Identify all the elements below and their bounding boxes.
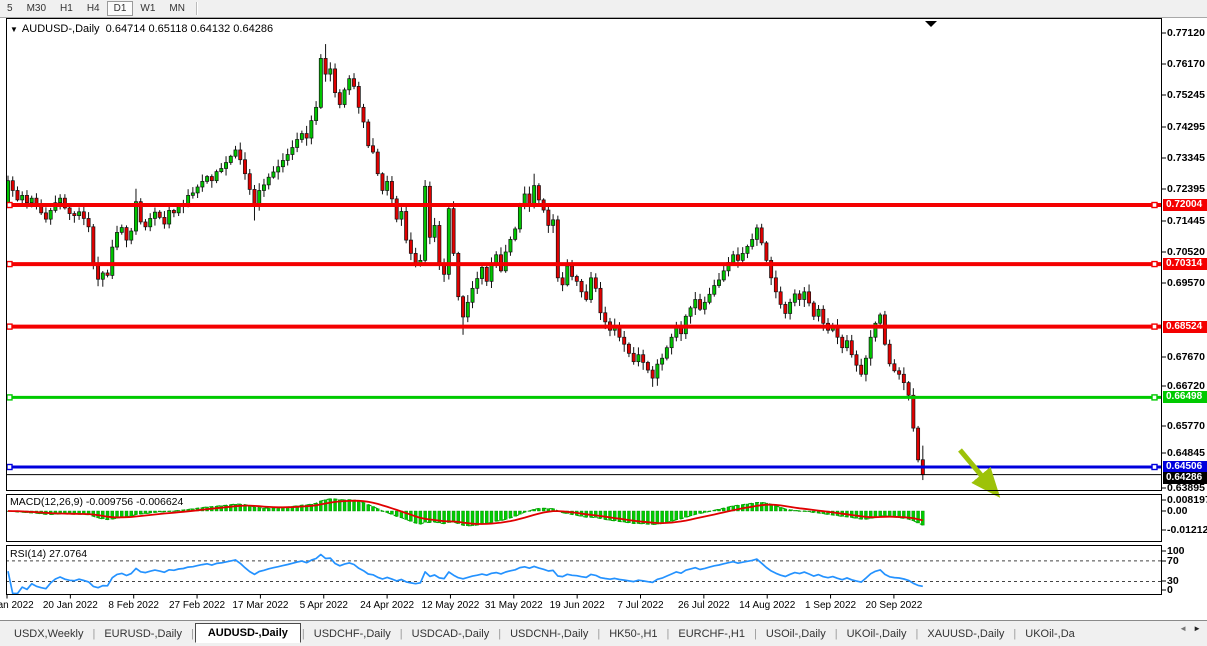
macd-indicator-label: MACD(12,26,9) -0.009756 -0.006624	[10, 496, 183, 508]
timeframe-button-mn[interactable]: MN	[162, 1, 192, 16]
tab-separator: |	[302, 628, 305, 640]
timeframe-toolbar: 5M30H1H4D1W1MN	[0, 0, 1207, 18]
chart-ohlc-values: 0.64714 0.65118 0.64132 0.64286	[106, 23, 273, 35]
axis-tick-label: 0.00	[1167, 505, 1187, 517]
axis-tick-label: 70	[1167, 555, 1179, 567]
tab-separator: |	[597, 628, 600, 640]
tab-scroll-arrows: ◄ ►	[1175, 622, 1205, 635]
tab-separator: |	[400, 628, 403, 640]
tab-separator: |	[92, 628, 95, 640]
tab-separator: |	[1013, 628, 1016, 640]
rsi-indicator-label: RSI(14) 27.0764	[10, 548, 87, 560]
tab-separator: |	[498, 628, 501, 640]
timeframe-button-d1[interactable]: D1	[107, 1, 134, 16]
chart-tab-hk50-h1[interactable]: HK50-,H1	[601, 625, 665, 643]
timeframe-button-h4[interactable]: H4	[80, 1, 107, 16]
date-label: 14 Aug 2022	[732, 600, 802, 611]
axis-tick-label: 0.71445	[1167, 215, 1205, 227]
date-label: 24 Apr 2022	[352, 600, 422, 611]
chart-tab-usdx-weekly[interactable]: USDX,Weekly	[6, 625, 91, 643]
price-level-badge: 0.64286	[1163, 472, 1207, 484]
date-label: 17 Mar 2022	[225, 600, 295, 611]
tab-separator: |	[191, 628, 194, 640]
axis-tick-label: 0.75245	[1167, 89, 1205, 101]
chart-tab-ukoil-da[interactable]: UKOil-,Da	[1017, 625, 1083, 643]
axis-tick-label: 0.65770	[1167, 420, 1205, 432]
chart-canvas[interactable]	[0, 0, 1207, 645]
price-level-badge: 0.70314	[1163, 258, 1207, 270]
axis-tick-label: 0.67670	[1167, 351, 1205, 363]
price-level-badge: 0.68524	[1163, 321, 1207, 333]
date-label: 8 Feb 2022	[99, 600, 169, 611]
timeframe-button-5[interactable]: 5	[0, 1, 20, 16]
chart-tab-usdcad-daily[interactable]: USDCAD-,Daily	[404, 625, 498, 643]
axis-tick-label: 0.77120	[1167, 27, 1205, 39]
chart-symbol-label: AUDUSD-,Daily	[22, 23, 100, 35]
price-level-badge: 0.72004	[1163, 199, 1207, 211]
chart-tab-xauusd-daily[interactable]: XAUUSD-,Daily	[919, 625, 1012, 643]
timeframe-button-m30[interactable]: M30	[20, 1, 53, 16]
tab-scroll-right-icon[interactable]: ►	[1193, 624, 1201, 633]
date-label: 1 Sep 2022	[796, 600, 866, 611]
date-label: 12 May 2022	[415, 600, 485, 611]
axis-tick-label: 0.64845	[1167, 447, 1205, 459]
axis-tick-label: 0.76170	[1167, 58, 1205, 70]
axis-tick-label: 0.70520	[1167, 246, 1205, 258]
timeframe-button-w1[interactable]: W1	[133, 1, 162, 16]
axis-tick-label: 0.73345	[1167, 152, 1205, 164]
axis-tick-label: 0.72395	[1167, 183, 1205, 195]
chart-tab-bar: USDX,Weekly|EURUSD-,Daily|AUDUSD-,Daily|…	[0, 620, 1207, 646]
date-label: 20 Sep 2022	[859, 600, 929, 611]
chart-tab-eurchf-h1[interactable]: EURCHF-,H1	[670, 625, 753, 643]
tab-separator: |	[916, 628, 919, 640]
date-label: 7 Jul 2022	[606, 600, 676, 611]
axis-tick-label: -0.012123	[1167, 524, 1207, 536]
chart-tab-eurusd-daily[interactable]: EURUSD-,Daily	[96, 625, 190, 643]
axis-tick-label: 0.69570	[1167, 277, 1205, 289]
chart-tab-usdcnh-daily[interactable]: USDCNH-,Daily	[502, 625, 596, 643]
tab-separator: |	[667, 628, 670, 640]
symbol-dropdown-icon[interactable]: ▼	[10, 25, 18, 34]
toolbar-separator	[196, 2, 198, 15]
date-label: 20 Jan 2022	[35, 600, 105, 611]
tab-separator: |	[754, 628, 757, 640]
date-label: 27 Feb 2022	[162, 600, 232, 611]
date-label: 26 Jul 2022	[669, 600, 739, 611]
date-label: 31 May 2022	[479, 600, 549, 611]
date-label: 5 Apr 2022	[289, 600, 359, 611]
timeframe-button-h1[interactable]: H1	[53, 1, 80, 16]
chart-tab-ukoil-daily[interactable]: UKOil-,Daily	[839, 625, 915, 643]
chart-tab-audusd-daily[interactable]: AUDUSD-,Daily	[195, 623, 301, 643]
chart-tab-usoil-daily[interactable]: USOil-,Daily	[758, 625, 834, 643]
tab-separator: |	[835, 628, 838, 640]
chart-tab-usdchf-daily[interactable]: USDCHF-,Daily	[306, 625, 399, 643]
axis-tick-label: 0.74295	[1167, 121, 1205, 133]
axis-tick-label: 0	[1167, 584, 1173, 596]
chart-title: ▼ AUDUSD-,Daily 0.64714 0.65118 0.64132 0…	[10, 23, 273, 35]
tab-scroll-left-icon[interactable]: ◄	[1179, 624, 1187, 633]
mt4-window: 5M30H1H4D1W1MN ▼ AUDUSD-,Daily 0.64714 0.…	[0, 0, 1207, 645]
price-level-badge: 0.66498	[1163, 391, 1207, 403]
date-label: 19 Jun 2022	[542, 600, 612, 611]
